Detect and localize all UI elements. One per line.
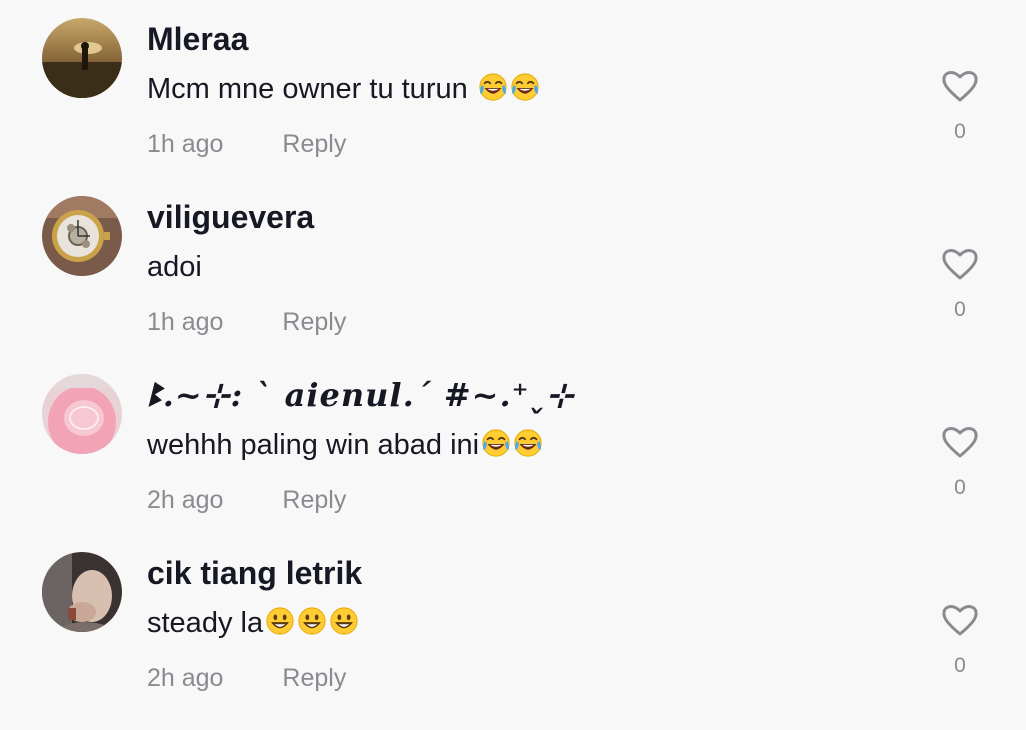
avatar[interactable]	[42, 374, 122, 454]
like-count: 0	[954, 654, 966, 677]
comment-item: Mleraa Mcm mne owner tu turun 1h ago Rep…	[0, 0, 1026, 178]
like-button[interactable]: 0	[938, 66, 982, 144]
comment-text: Mcm mne owner tu turun	[147, 69, 540, 109]
grinning-face-icon	[265, 606, 295, 636]
heart-outline-icon	[940, 600, 980, 640]
reply-button[interactable]: Reply	[282, 658, 346, 698]
pink-hijab-avatar	[42, 374, 122, 454]
comment-item: ꔪ.~⊹: ˋ 𝒂𝒊𝒆𝒏𝒖𝒍.ˊ #~.⁺˯⊹ wehhh paling win…	[0, 356, 1026, 534]
reply-button[interactable]: Reply	[282, 124, 346, 164]
avatar[interactable]	[42, 552, 122, 632]
comment-username[interactable]: Mleraa	[147, 19, 248, 59]
grinning-face-icon	[297, 606, 327, 636]
comment-username[interactable]: cik tiang letrik	[147, 553, 362, 593]
reply-button[interactable]: Reply	[282, 302, 346, 342]
like-count: 0	[954, 476, 966, 499]
avatar[interactable]	[42, 18, 122, 98]
comment-meta: 1h ago Reply	[147, 124, 346, 164]
grinning-face-icon	[329, 606, 359, 636]
comment-timestamp: 2h ago	[147, 486, 224, 514]
heart-outline-icon	[940, 66, 980, 106]
comment-meta: 1h ago Reply	[147, 302, 346, 342]
comment-timestamp: 1h ago	[147, 308, 224, 336]
face-with-tears-of-joy-icon	[510, 72, 540, 102]
silhouette-sunset-avatar	[42, 18, 122, 98]
like-count: 0	[954, 120, 966, 143]
comment-text-content: wehhh paling win abad ini	[147, 429, 480, 461]
face-with-tears-of-joy-icon	[513, 428, 543, 458]
comment-item: cik tiang letrik steady la 2h ago Reply …	[0, 534, 1026, 712]
heart-outline-icon	[940, 244, 980, 284]
like-count: 0	[954, 298, 966, 321]
comment-timestamp: 1h ago	[147, 130, 224, 158]
comment-list: Mleraa Mcm mne owner tu turun 1h ago Rep…	[0, 0, 1026, 730]
comment-text: wehhh paling win abad ini	[147, 425, 543, 465]
comment-username[interactable]: viliguevera	[147, 197, 314, 237]
face-with-tears-of-joy-icon	[478, 72, 508, 102]
comment-text: steady la	[147, 603, 359, 643]
comment-text: adoi	[147, 247, 202, 287]
like-button[interactable]: 0	[938, 600, 982, 678]
comment-timestamp: 2h ago	[147, 664, 224, 692]
comment-text-content: Mcm mne owner tu turun	[147, 73, 476, 105]
comment-item: viliguevera adoi 1h ago Reply 0	[0, 178, 1026, 356]
portrait-avatar	[42, 552, 122, 632]
reply-button[interactable]: Reply	[282, 480, 346, 520]
comment-text-content: adoi	[147, 251, 202, 283]
comment-meta: 2h ago Reply	[147, 658, 346, 698]
comment-username[interactable]: ꔪ.~⊹: ˋ 𝒂𝒊𝒆𝒏𝒖𝒍.ˊ #~.⁺˯⊹	[147, 375, 574, 415]
face-with-tears-of-joy-icon	[481, 428, 511, 458]
avatar[interactable]	[42, 196, 122, 276]
like-button[interactable]: 0	[938, 244, 982, 322]
comment-meta: 2h ago Reply	[147, 480, 346, 520]
heart-outline-icon	[940, 422, 980, 462]
wristwatch-avatar	[42, 196, 122, 276]
comment-text-content: steady la	[147, 607, 264, 639]
like-button[interactable]: 0	[938, 422, 982, 500]
